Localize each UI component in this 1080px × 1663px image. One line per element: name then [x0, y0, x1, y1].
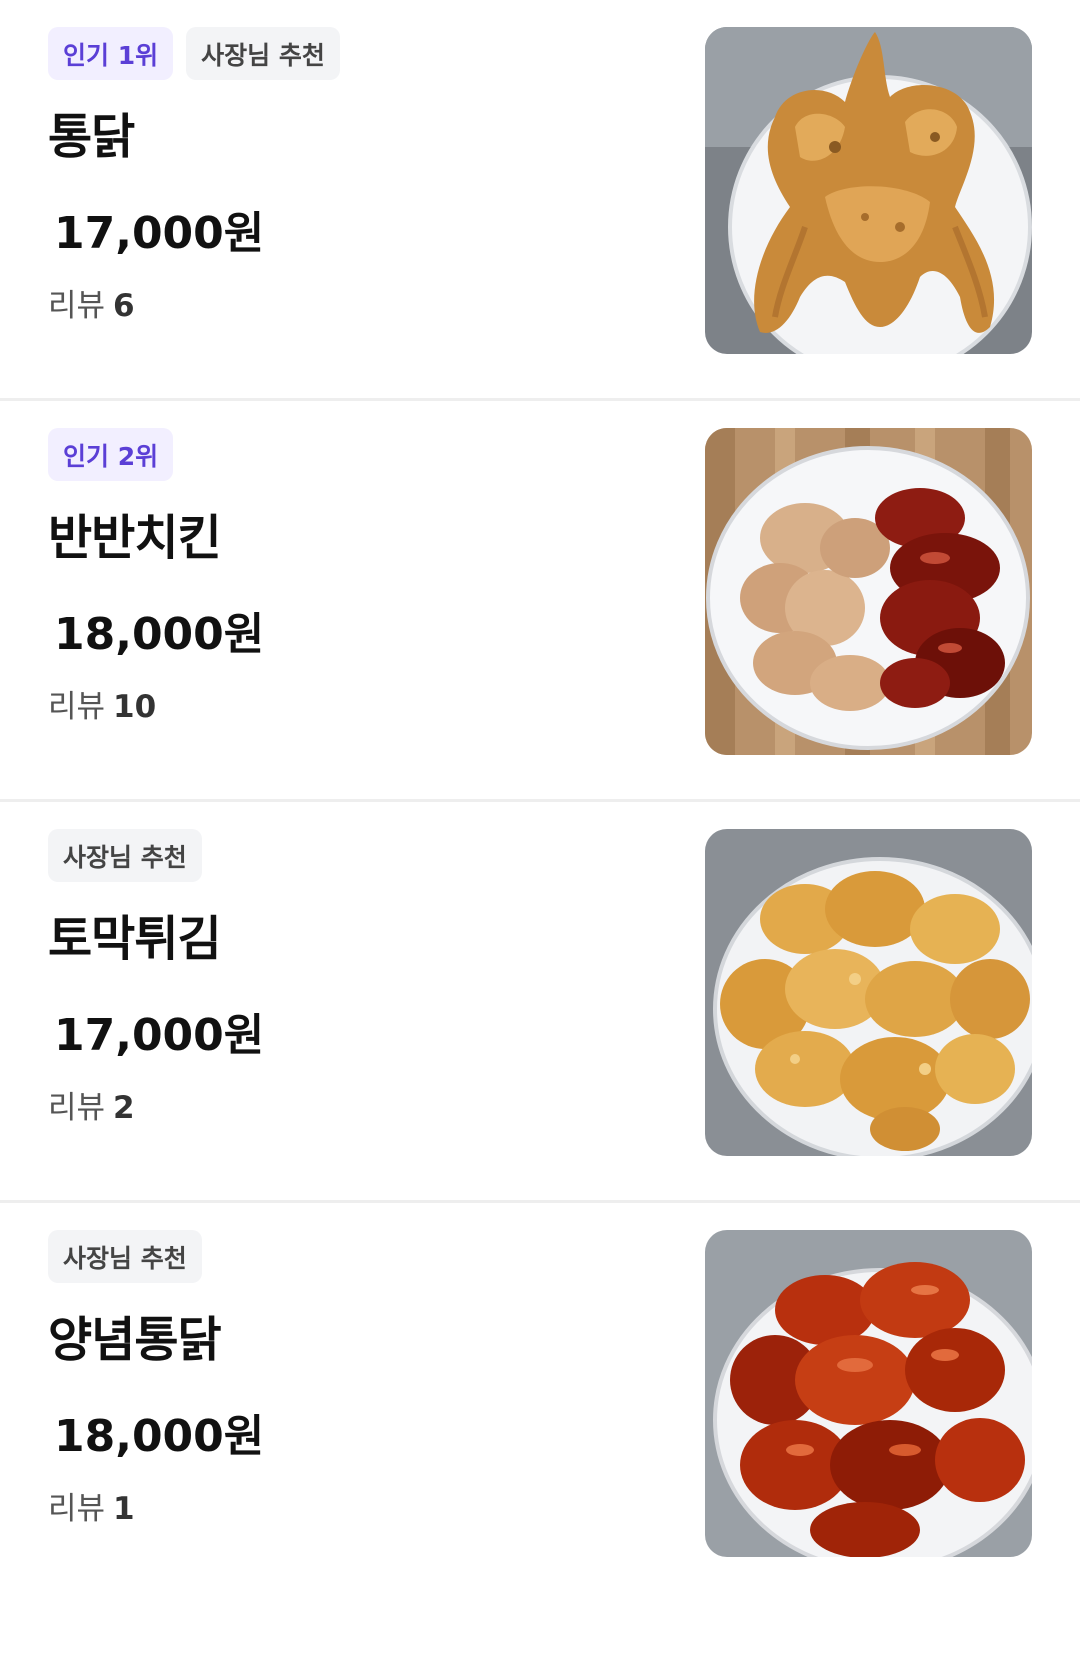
- review-label: 리뷰: [48, 1090, 106, 1126]
- review-count: 2: [113, 1090, 135, 1126]
- review-count: 10: [113, 689, 157, 725]
- owner-recommend-badge: 사장님 추천: [48, 1230, 202, 1283]
- popular-rank-badge: 인기 1위: [48, 27, 174, 80]
- badge-group: 사장님 추천: [48, 1230, 202, 1283]
- review-label: 리뷰: [48, 1491, 106, 1527]
- review-label: 리뷰: [48, 288, 106, 324]
- menu-item-name: 토막튀김: [48, 911, 222, 967]
- menu-item-name: 반반치킨: [48, 510, 222, 566]
- menu-item-name: 통닭: [48, 109, 135, 165]
- menu-item-tomak[interactable]: 사장님 추천 토막튀김 17,000원 리뷰 2: [0, 802, 1080, 1203]
- half-half-chicken-photo[interactable]: [705, 428, 1032, 755]
- menu-item-price: 18,000원: [54, 609, 265, 660]
- review-count: 1: [113, 1491, 135, 1527]
- menu-item-price: 17,000원: [54, 208, 265, 259]
- menu-item-yangnyeom[interactable]: 사장님 추천 양념통닭 18,000원 리뷰 1: [0, 1203, 1080, 1604]
- badge-group: 인기 2위: [48, 428, 174, 481]
- popular-rank-badge: 인기 2위: [48, 428, 174, 481]
- owner-recommend-badge: 사장님 추천: [186, 27, 340, 80]
- menu-item-review: 리뷰 2: [48, 1082, 135, 1127]
- menu-list: 인기 1위 사장님 추천 통닭 17,000원 리뷰 6 인기 2위 반반치킨 …: [0, 0, 1080, 1663]
- owner-recommend-badge: 사장님 추천: [48, 829, 202, 882]
- menu-item-banban[interactable]: 인기 2위 반반치킨 18,000원 리뷰 10: [0, 401, 1080, 802]
- review-count: 6: [113, 288, 135, 324]
- review-label: 리뷰: [48, 689, 106, 725]
- badge-group: 사장님 추천: [48, 829, 202, 882]
- menu-item-tongdak[interactable]: 인기 1위 사장님 추천 통닭 17,000원 리뷰 6: [0, 0, 1080, 401]
- menu-item-review: 리뷰 1: [48, 1483, 135, 1528]
- fried-chicken-pieces-photo[interactable]: [705, 829, 1032, 1156]
- menu-item-review: 리뷰 6: [48, 280, 135, 325]
- menu-item-review: 리뷰 10: [48, 681, 156, 726]
- menu-item-price: 17,000원: [54, 1010, 265, 1061]
- badge-group: 인기 1위 사장님 추천: [48, 27, 340, 80]
- menu-item-name: 양념통닭: [48, 1312, 222, 1368]
- menu-item-price: 18,000원: [54, 1411, 265, 1462]
- seasoned-chicken-photo[interactable]: [705, 1230, 1032, 1557]
- whole-fried-chicken-photo[interactable]: [705, 27, 1032, 354]
